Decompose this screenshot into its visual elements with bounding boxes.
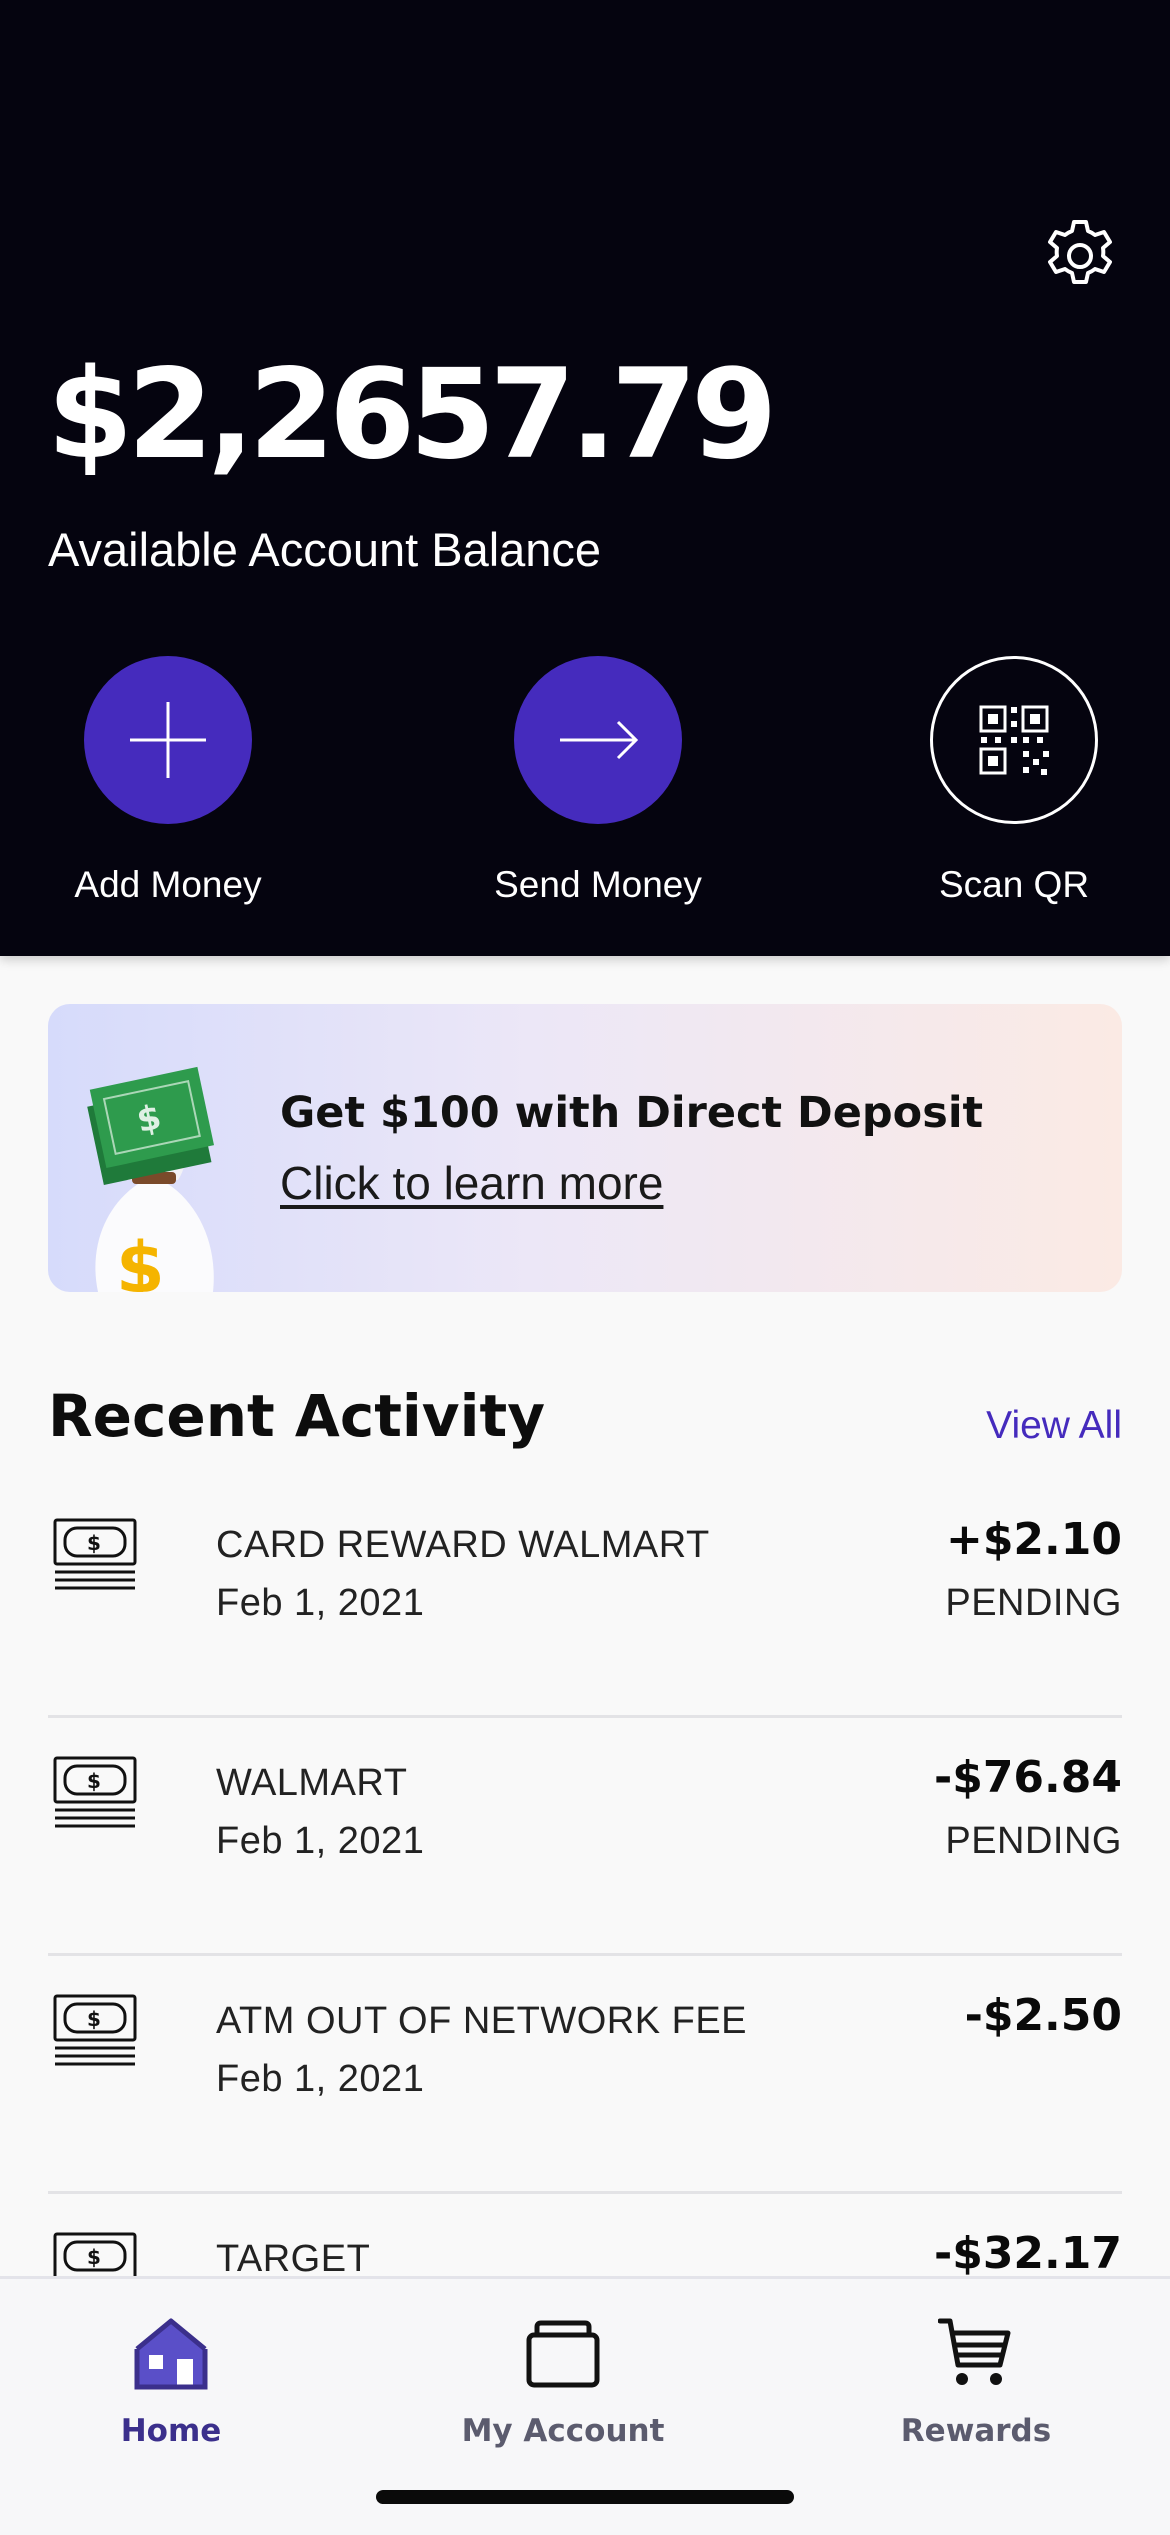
cash-icon: $ — [53, 1756, 137, 1828]
activity-date: Feb 1, 2021 — [216, 1582, 425, 1624]
activity-amount: -$2.50 — [964, 1990, 1122, 2041]
send-money-label: Send Money — [494, 864, 702, 905]
arrow-right-icon — [560, 720, 639, 760]
activity-amount: +$2.10 — [945, 1514, 1122, 1565]
scan-qr-circle[interactable] — [930, 656, 1098, 824]
svg-text:$: $ — [87, 1531, 101, 1555]
activity-date: Feb 1, 2021 — [216, 1820, 425, 1862]
cart-icon — [938, 2318, 1011, 2385]
activity-name: TARGET — [216, 2238, 371, 2280]
svg-text:$: $ — [116, 1227, 165, 1292]
account-header: $2,2657.79 Available Account Balance Add… — [0, 0, 1170, 956]
activity-date: Feb 1, 2021 — [216, 2058, 425, 2100]
activity-amount: -$32.17 — [933, 2228, 1122, 2279]
tab-my-account-label: My Account — [461, 2413, 665, 2449]
view-all-link[interactable]: View All — [986, 1404, 1122, 1448]
svg-text:$: $ — [87, 1769, 101, 1793]
activity-row[interactable]: $ WALMART Feb 1, 2021 -$76.84 PENDING — [48, 1718, 1122, 1956]
add-money-label: Add Money — [74, 864, 262, 905]
send-money-circle[interactable] — [514, 656, 682, 824]
scan-qr-button[interactable]: Scan QR — [894, 656, 1134, 905]
add-money-circle[interactable] — [84, 656, 252, 824]
qr-code-icon — [979, 705, 1049, 775]
cash-icon: $ — [53, 1994, 137, 2066]
activity-name: CARD REWARD WALMART — [216, 1524, 710, 1566]
add-money-button[interactable]: Add Money — [48, 656, 288, 905]
activity-row[interactable]: $ ATM OUT OF NETWORK FEE Feb 1, 2021 -$2… — [48, 1956, 1122, 2194]
home-icon — [134, 2318, 208, 2390]
balance-label: Available Account Balance — [48, 523, 602, 576]
plus-icon — [130, 702, 206, 778]
tab-home-label: Home — [120, 2413, 222, 2449]
tab-rewards-label: Rewards — [900, 2413, 1052, 2449]
learn-more-link[interactable]: Click to learn more — [280, 1156, 663, 1210]
activity-name: ATM OUT OF NETWORK FEE — [216, 2000, 748, 2042]
tab-rewards[interactable]: Rewards — [826, 2279, 1126, 2479]
direct-deposit-banner[interactable]: $ $ Get $100 with Direct Deposit Click t… — [48, 1004, 1122, 1292]
gear-icon[interactable] — [1040, 216, 1120, 296]
send-money-button[interactable]: Send Money — [478, 656, 718, 905]
svg-text:$: $ — [87, 2245, 101, 2269]
scan-qr-label: Scan QR — [938, 864, 1090, 905]
home-indicator — [376, 2490, 794, 2504]
activity-status: PENDING — [945, 1582, 1122, 1624]
cash-icon: $ — [53, 1518, 137, 1590]
banner-title: Get $100 with Direct Deposit — [280, 1088, 984, 1138]
activity-name: WALMART — [216, 1762, 408, 1804]
tab-home[interactable]: Home — [21, 2279, 321, 2479]
tab-my-account[interactable]: My Account — [413, 2279, 713, 2479]
money-bag-icon: $ $ — [87, 1066, 215, 1292]
activity-status: PENDING — [945, 1820, 1122, 1862]
svg-text:$: $ — [87, 2007, 101, 2031]
recent-activity-title: Recent Activity — [48, 1382, 546, 1450]
wallet-card-icon — [526, 2320, 600, 2388]
account-balance: $2,2657.79 — [47, 343, 777, 487]
activity-row[interactable]: $ CARD REWARD WALMART Feb 1, 2021 +$2.10… — [48, 1480, 1122, 1718]
activity-amount: -$76.84 — [933, 1752, 1122, 1803]
